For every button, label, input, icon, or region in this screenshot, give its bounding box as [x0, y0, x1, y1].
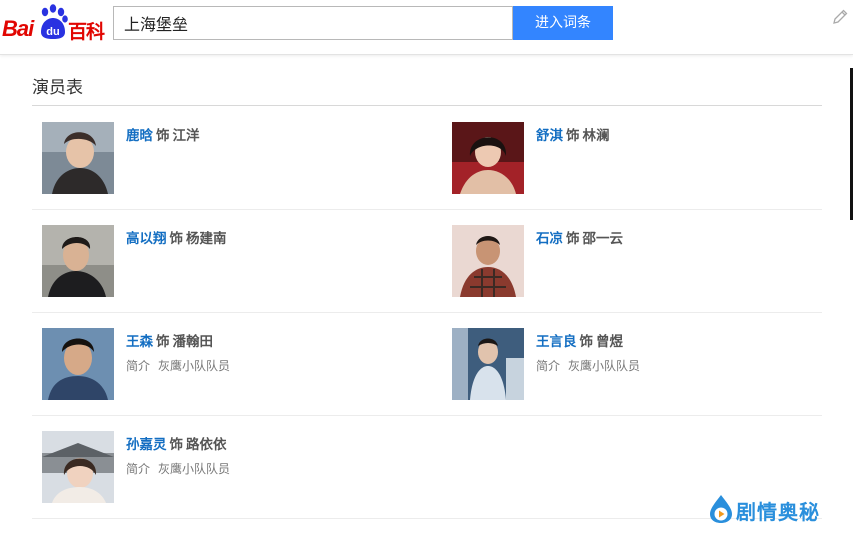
actor-name-link[interactable]: 王森: [126, 334, 153, 350]
enter-entry-button[interactable]: 进入词条: [513, 6, 613, 40]
role-name: 潘翰田: [172, 334, 214, 350]
logo-baike-text: 百科: [68, 21, 105, 43]
actor-name-link[interactable]: 高以翔: [126, 231, 167, 247]
search-input[interactable]: [122, 7, 506, 39]
as-label: 饰: [156, 334, 170, 350]
intro-label: 简介: [126, 462, 151, 476]
cast-card: 孙嘉灵饰路依依 简介 灰鹰小队队员: [42, 431, 402, 503]
role-name: 杨建南: [186, 231, 227, 247]
actor-name-link[interactable]: 孙嘉灵: [126, 437, 167, 453]
intro-label: 简介: [126, 359, 151, 373]
as-label: 饰: [566, 128, 580, 144]
logo-du-text: du: [46, 26, 59, 38]
cast-card: 王言良饰曾煜 简介 灰鹰小队队员: [452, 328, 812, 400]
pencil-edit-icon[interactable]: [831, 8, 849, 26]
cast-line: 石凉饰邵一云: [536, 227, 623, 247]
actor-photo[interactable]: [452, 328, 524, 400]
as-label: 饰: [579, 334, 594, 350]
actor-photo[interactable]: [452, 225, 524, 297]
baidu-baike-logo[interactable]: Bai du 百科: [2, 4, 106, 44]
role-name: 邵一云: [582, 231, 624, 247]
logo-bai-text: Bai: [2, 16, 34, 41]
as-label: 饰: [169, 437, 184, 453]
role-name: 林澜: [582, 128, 610, 144]
actor-photo[interactable]: [42, 431, 114, 503]
title-divider: [32, 105, 822, 106]
watermark-text: 剧情奥秘: [736, 500, 820, 524]
cast-card: 高以翔饰杨建南: [42, 225, 402, 297]
actor-photo[interactable]: [42, 328, 114, 400]
intro-text: 灰鹰小队队员: [158, 462, 231, 476]
actor-photo[interactable]: [42, 122, 114, 194]
actor-name-link[interactable]: 舒淇: [536, 128, 563, 144]
cast-line: 王森饰潘翰田: [126, 330, 213, 350]
cast-line: 鹿晗饰江洋: [126, 124, 200, 144]
role-name: 江洋: [172, 128, 200, 144]
play-drop-icon: [710, 495, 732, 523]
actor-name-link[interactable]: 王言良: [536, 334, 577, 350]
intro-text: 灰鹰小队队员: [568, 359, 641, 373]
top-bar: Bai du 百科 进入词条: [0, 0, 853, 55]
cast-card: 鹿晗饰江洋: [42, 122, 402, 194]
as-label: 饰: [566, 231, 580, 247]
cast-card: 石凉饰邵一云: [452, 225, 812, 297]
row-divider: [32, 312, 822, 313]
row-divider: [32, 518, 822, 519]
cast-line: 王言良饰曾煜: [536, 330, 623, 350]
intro-label: 简介: [536, 359, 561, 373]
cast-line: 高以翔饰杨建南: [126, 227, 227, 247]
row-divider: [32, 209, 822, 210]
cast-line: 舒淇饰林澜: [536, 124, 610, 144]
actor-name-link[interactable]: 石凉: [536, 231, 563, 247]
role-name: 路依依: [186, 437, 227, 453]
section-title: 演员表: [32, 78, 83, 98]
actor-name-link[interactable]: 鹿晗: [126, 128, 153, 144]
watermark: 剧情奥秘: [708, 494, 838, 526]
as-label: 饰: [156, 128, 170, 144]
row-divider: [32, 415, 822, 416]
actor-photo[interactable]: [42, 225, 114, 297]
search-box[interactable]: [113, 6, 513, 40]
cast-card: 舒淇饰林澜: [452, 122, 812, 194]
as-label: 饰: [169, 231, 184, 247]
cast-line: 孙嘉灵饰路依依: [126, 433, 227, 453]
actor-intro: 简介 灰鹰小队队员: [536, 357, 640, 374]
actor-photo[interactable]: [452, 122, 524, 194]
role-name: 曾煜: [596, 334, 623, 350]
cast-card: 王森饰潘翰田 简介 灰鹰小队队员: [42, 328, 402, 400]
intro-text: 灰鹰小队队员: [158, 359, 231, 373]
actor-intro: 简介 灰鹰小队队员: [126, 357, 230, 374]
actor-intro: 简介 灰鹰小队队员: [126, 460, 230, 477]
paw-icon: du: [41, 4, 68, 39]
